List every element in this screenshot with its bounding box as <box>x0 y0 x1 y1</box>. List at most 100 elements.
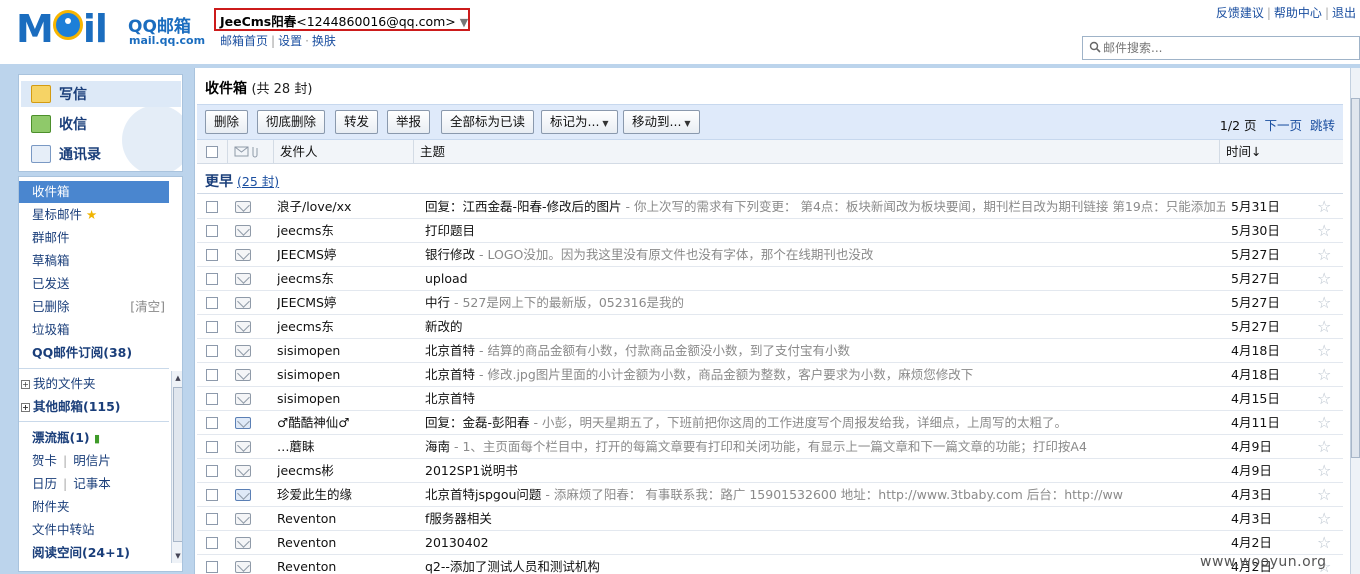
mail-subject-cell[interactable]: 20130402 <box>425 531 1225 555</box>
select-all-checkbox[interactable] <box>206 146 218 158</box>
mail-row[interactable]: 珍爱此生的缘 北京首特jspgou问题 - 添麻烦了阳春： 有事联系我：路广 15… <box>197 483 1343 507</box>
mail-subject-cell[interactable]: 回复：江西金磊-阳春-修改后的图片 - 你上次写的需求有下列变更： 第4点：板块… <box>425 195 1225 219</box>
star-icon[interactable]: ☆ <box>1317 413 1331 433</box>
row-checkbox[interactable] <box>206 489 218 501</box>
mail-row[interactable]: sisimopen 北京首特 4月15日 ☆ <box>197 387 1343 411</box>
star-icon[interactable]: ☆ <box>1317 437 1331 457</box>
scroll-up-icon[interactable]: ▲ <box>172 371 182 385</box>
row-checkbox[interactable] <box>206 393 218 405</box>
help-center-link[interactable]: 帮助中心 <box>1274 6 1322 20</box>
folder-attachments[interactable]: 附件夹 <box>19 496 169 518</box>
row-checkbox[interactable] <box>206 201 218 213</box>
folder-my-folders[interactable]: + 我的文件夹 <box>19 373 169 395</box>
jump-page-link[interactable]: 跳转 <box>1310 118 1335 133</box>
row-checkbox[interactable] <box>206 273 218 285</box>
mail-sender[interactable]: sisimopen <box>277 387 417 411</box>
forward-button[interactable]: 转发 <box>335 110 379 134</box>
mail-sender[interactable]: …蘑眛 <box>277 435 417 459</box>
postcard-link[interactable]: 明信片 <box>73 453 111 468</box>
mail-row[interactable]: ♂酷酷神仙♂ 回复：金磊-彭阳春 - 小彭，明天星期五了，下班前把你这周的工作进度… <box>197 411 1343 435</box>
delete-permanently-button[interactable]: 彻底删除 <box>257 110 326 134</box>
column-time[interactable]: 时间↓ <box>1219 140 1343 164</box>
star-icon[interactable]: ☆ <box>1317 533 1331 553</box>
group-count-link[interactable]: (25 封) <box>237 174 279 189</box>
sidebar-scrollbar[interactable]: ▲ ▼ <box>171 371 182 563</box>
contacts-button[interactable]: 通讯录 <box>21 141 181 167</box>
folder-drift-bottle[interactable]: 漂流瓶(1) ▮ <box>19 427 169 449</box>
calendar-link[interactable]: 日历 <box>32 476 57 491</box>
mail-row[interactable]: sisimopen 北京首特 - 结算的商品金额有小数，付款商品金额没小数，到了支… <box>197 339 1343 363</box>
mail-row[interactable]: 浪子/love/xx 回复：江西金磊-阳春-修改后的图片 - 你上次写的需求有下列… <box>197 195 1343 219</box>
folder-other-mailboxes[interactable]: + 其他邮箱(115) <box>19 396 169 418</box>
report-button[interactable]: 举报 <box>387 110 431 134</box>
mail-subject-cell[interactable]: 北京首特 <box>425 387 1225 411</box>
mail-row[interactable]: JEECMS婷 银行修改 - LOGO没加。因为我这里没有原文件也没有字体，那个在… <box>197 243 1343 267</box>
next-page-link[interactable]: 下一页 <box>1264 118 1302 133</box>
mail-sender[interactable]: 浪子/love/xx <box>277 195 417 219</box>
row-checkbox[interactable] <box>206 465 218 477</box>
mail-sender[interactable]: jeecms彬 <box>277 459 417 483</box>
row-checkbox[interactable] <box>206 537 218 549</box>
star-icon[interactable]: ☆ <box>1317 509 1331 529</box>
folder-file-transfer[interactable]: 文件中转站 <box>19 519 169 541</box>
star-icon[interactable]: ☆ <box>1317 365 1331 385</box>
folder-inbox[interactable]: 收件箱 <box>19 181 169 203</box>
folder-deleted[interactable]: 已删除 [清空] <box>19 296 169 318</box>
star-icon[interactable]: ☆ <box>1317 389 1331 409</box>
row-checkbox[interactable] <box>206 225 218 237</box>
row-checkbox[interactable] <box>206 345 218 357</box>
folder-spam[interactable]: 垃圾箱 <box>19 319 169 341</box>
mail-sender[interactable]: jeecms东 <box>277 315 417 339</box>
mail-sender[interactable]: sisimopen <box>277 363 417 387</box>
mail-sender[interactable]: Reventon <box>277 531 417 555</box>
mail-subject-cell[interactable]: f服务器相关 <box>425 507 1225 531</box>
logout-link[interactable]: 退出 <box>1332 6 1356 20</box>
row-checkbox[interactable] <box>206 369 218 381</box>
delete-button[interactable]: 删除 <box>205 110 249 134</box>
receive-button[interactable]: 收信 <box>21 111 181 137</box>
compose-button[interactable]: 写信 <box>21 81 181 107</box>
nav-settings[interactable]: 设置 <box>278 34 302 48</box>
mail-subject-cell[interactable]: 打印题目 <box>425 219 1225 243</box>
scrollbar-thumb[interactable] <box>173 387 182 542</box>
folder-sent[interactable]: 已发送 <box>19 273 169 295</box>
mail-subject-cell[interactable]: upload <box>425 267 1225 291</box>
mail-subject-cell[interactable]: 新改的 <box>425 315 1225 339</box>
row-checkbox[interactable] <box>206 321 218 333</box>
mail-subject-cell[interactable]: 银行修改 - LOGO没加。因为我这里没有原文件也没有字体，那个在线期刊也没改 <box>425 243 1225 267</box>
row-checkbox[interactable] <box>206 561 218 573</box>
star-icon[interactable]: ☆ <box>1317 293 1331 313</box>
mail-row[interactable]: jeecms彬 2012SP1说明书 4月9日 ☆ <box>197 459 1343 483</box>
scroll-down-icon[interactable]: ▼ <box>172 549 182 563</box>
mail-subject-cell[interactable]: 中行 - 527是网上下的最新版，052316是我的 <box>425 291 1225 315</box>
mail-sender[interactable]: Reventon <box>277 555 417 574</box>
star-icon[interactable]: ☆ <box>1317 269 1331 289</box>
notes-link[interactable]: 记事本 <box>73 476 111 491</box>
main-scrollbar[interactable] <box>1350 68 1360 574</box>
mail-sender[interactable]: ♂酷酷神仙♂ <box>277 411 417 435</box>
row-checkbox[interactable] <box>206 417 218 429</box>
folder-reading-space[interactable]: 阅读空间(24+1) <box>19 542 169 564</box>
mail-subject-cell[interactable]: 北京首特 - 结算的商品金额有小数，付款商品金额没小数，到了支付宝有小数 <box>425 339 1225 363</box>
mail-row[interactable]: JEECMS婷 中行 - 527是网上下的最新版，052316是我的 5月27日 ☆ <box>197 291 1343 315</box>
folder-subscription[interactable]: QQ邮件订阅(38) <box>19 342 169 364</box>
mail-subject-cell[interactable]: 海南 - 1、主页面每个栏目中，打开的每篇文章要有打印和关闭功能，有显示上一篇文… <box>425 435 1225 459</box>
folder-drafts[interactable]: 草稿箱 <box>19 250 169 272</box>
row-checkbox[interactable] <box>206 513 218 525</box>
mail-subject-cell[interactable]: 2012SP1说明书 <box>425 459 1225 483</box>
star-icon[interactable]: ☆ <box>1317 245 1331 265</box>
expand-icon[interactable]: + <box>21 403 30 412</box>
mail-sender[interactable]: JEECMS婷 <box>277 291 417 315</box>
mail-row[interactable]: …蘑眛 海南 - 1、主页面每个栏目中，打开的每篇文章要有打印和关闭功能，有显示上… <box>197 435 1343 459</box>
mail-sender[interactable]: JEECMS婷 <box>277 243 417 267</box>
row-checkbox[interactable] <box>206 441 218 453</box>
mail-row[interactable]: Reventon f服务器相关 4月3日 ☆ <box>197 507 1343 531</box>
column-subject[interactable]: 主题 <box>413 140 1219 164</box>
move-to-dropdown[interactable]: 移动到... ▼ <box>623 110 700 134</box>
mark-all-read-button[interactable]: 全部标为已读 <box>441 110 535 134</box>
star-icon[interactable]: ☆ <box>1317 485 1331 505</box>
folder-group-mail[interactable]: 群邮件 <box>19 227 169 249</box>
mail-row[interactable]: jeecms东 upload 5月27日 ☆ <box>197 267 1343 291</box>
nav-mail-home[interactable]: 邮箱首页 <box>220 34 268 48</box>
star-icon[interactable]: ☆ <box>1317 221 1331 241</box>
